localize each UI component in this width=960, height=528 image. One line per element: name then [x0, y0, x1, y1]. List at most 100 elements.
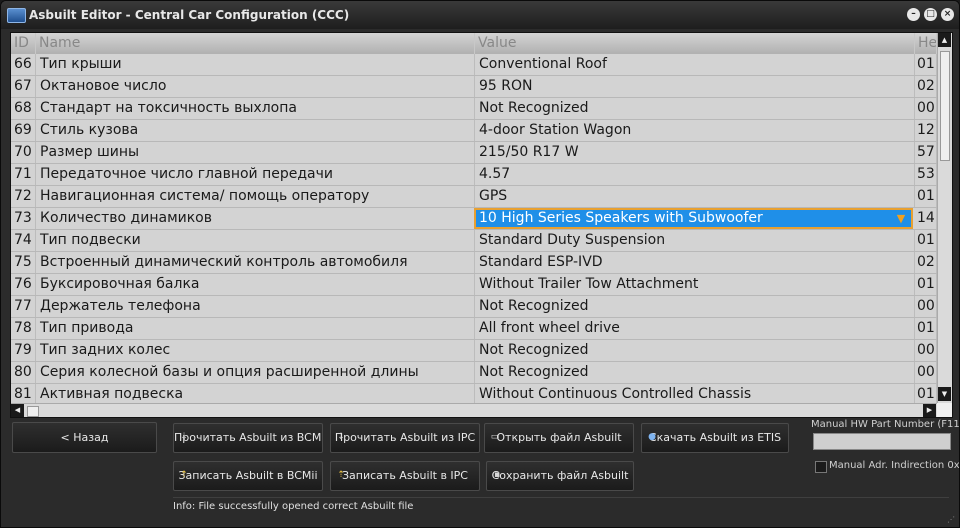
cell-value[interactable]: Standard Duty Suspension: [475, 230, 915, 251]
cell-hex[interactable]: 01: [915, 274, 937, 295]
cell-id[interactable]: 72: [11, 186, 36, 207]
cell-name[interactable]: Стандарт на токсичность выхлопа: [36, 98, 475, 119]
cell-hex[interactable]: 00: [915, 98, 937, 119]
cell-value[interactable]: Without Trailer Tow Attachment: [475, 274, 915, 295]
cell-name[interactable]: Серия колесной базы и опция расширенной …: [36, 362, 475, 383]
scroll-down-icon[interactable]: ▼: [938, 387, 951, 401]
cell-name[interactable]: Размер шины: [36, 142, 475, 163]
cell-value[interactable]: All front wheel drive: [475, 318, 915, 339]
vertical-scrollbar[interactable]: ▲ ▼: [937, 33, 952, 403]
cell-hex[interactable]: 53: [915, 164, 937, 185]
cell-id[interactable]: 76: [11, 274, 36, 295]
manual-hw-input[interactable]: [813, 433, 951, 450]
cell-value[interactable]: 215/50 R17 W: [475, 142, 915, 163]
cell-value[interactable]: GPS: [475, 186, 915, 207]
cell-id[interactable]: 67: [11, 76, 36, 97]
cell-id[interactable]: 66: [11, 54, 36, 75]
cell-value[interactable]: Standard ESP-IVD: [475, 252, 915, 273]
scroll-left-icon[interactable]: ◀: [11, 404, 24, 417]
table-row[interactable]: 68 Стандарт на токсичность выхлопа Not Rec…: [11, 98, 937, 120]
cell-name[interactable]: Октановое число: [36, 76, 475, 97]
table-row[interactable]: 73 Количество динамиков 10 High Series Spe…: [11, 208, 937, 230]
cell-id[interactable]: 75: [11, 252, 36, 273]
cell-id[interactable]: 71: [11, 164, 36, 185]
table-row[interactable]: 69 Стиль кузова 4-door Station Wagon 12: [11, 120, 937, 142]
table-row[interactable]: 71 Передаточное число главной передачи 4.5…: [11, 164, 937, 186]
value-dropdown-editor[interactable]: 10 High Series Speakers with Subwoofer ▼: [474, 208, 913, 229]
cell-hex[interactable]: 02: [915, 76, 937, 97]
cell-value[interactable]: Conventional Roof: [475, 54, 915, 75]
write-bcmii-button[interactable]: ⇡ Записать Asbuilt в BCMii: [173, 461, 323, 491]
cell-id[interactable]: 78: [11, 318, 36, 339]
cell-hex[interactable]: 00: [915, 340, 937, 361]
column-header-hex[interactable]: He: [915, 33, 937, 54]
cell-value[interactable]: Not Recognized: [475, 98, 915, 119]
table-row[interactable]: 72 Навигационная система/ помощь оператор…: [11, 186, 937, 208]
cell-id[interactable]: 73: [11, 208, 36, 229]
read-bcmii-button[interactable]: ⇣ Прочитать Asbuilt из BCMii: [173, 423, 323, 453]
cell-value[interactable]: 4.57: [475, 164, 915, 185]
column-header-id[interactable]: ID: [11, 33, 36, 54]
cell-id[interactable]: 77: [11, 296, 36, 317]
cell-value[interactable]: Not Recognized: [475, 340, 915, 361]
cell-name[interactable]: Буксировочная балка: [36, 274, 475, 295]
table-row[interactable]: 79 Тип задних колес Not Recognized 00: [11, 340, 937, 362]
column-header-name[interactable]: Name: [36, 33, 475, 54]
cell-hex[interactable]: 01: [915, 54, 937, 75]
cell-value[interactable]: 4-door Station Wagon: [475, 120, 915, 141]
cell-hex[interactable]: 01: [915, 230, 937, 251]
cell-hex[interactable]: 02: [915, 252, 937, 273]
cell-id[interactable]: 68: [11, 98, 36, 119]
maximize-button[interactable]: □: [924, 8, 937, 21]
back-button[interactable]: < Назад: [12, 422, 157, 453]
cell-id[interactable]: 70: [11, 142, 36, 163]
cell-name[interactable]: Тип крыши: [36, 54, 475, 75]
cell-hex[interactable]: 01: [915, 318, 937, 339]
minimize-button[interactable]: –: [907, 8, 920, 21]
cell-hex[interactable]: 01: [915, 384, 937, 403]
cell-id[interactable]: 81: [11, 384, 36, 403]
table-row[interactable]: 81 Активная подвеска Without Continuous Co…: [11, 384, 937, 403]
horizontal-scroll-thumb[interactable]: [27, 406, 39, 417]
scroll-right-icon[interactable]: ▶: [923, 404, 936, 417]
table-row[interactable]: 70 Размер шины 215/50 R17 W 57: [11, 142, 937, 164]
cell-id[interactable]: 69: [11, 120, 36, 141]
column-header-value[interactable]: Value: [475, 33, 915, 54]
cell-name[interactable]: Количество динамиков: [36, 208, 475, 229]
cell-value[interactable]: 95 RON: [475, 76, 915, 97]
cell-name[interactable]: Тип задних колес: [36, 340, 475, 361]
cell-value[interactable]: Not Recognized: [475, 362, 915, 383]
cell-name[interactable]: Встроенный динамический контроль автомоб…: [36, 252, 475, 273]
cell-name[interactable]: Тип привода: [36, 318, 475, 339]
resize-grip-icon[interactable]: ⋰: [947, 515, 955, 524]
cell-name[interactable]: Навигационная система/ помощь оператору: [36, 186, 475, 207]
open-file-button[interactable]: ▭ Открыть файл Asbuilt: [484, 423, 634, 453]
table-row[interactable]: 77 Держатель телефона Not Recognized 00: [11, 296, 937, 318]
read-ipc-button[interactable]: ⇣ Прочитать Asbuilt из IPC: [330, 423, 480, 453]
close-button[interactable]: ×: [941, 8, 954, 21]
manual-adr-checkbox[interactable]: [815, 461, 827, 473]
cell-name[interactable]: Стиль кузова: [36, 120, 475, 141]
table-row[interactable]: 76 Буксировочная балка Without Trailer Tow…: [11, 274, 937, 296]
scroll-up-icon[interactable]: ▲: [938, 33, 951, 47]
table-row[interactable]: 80 Серия колесной базы и опция расширенно…: [11, 362, 937, 384]
save-file-button[interactable]: ▪ Сохранить файл Asbuilt: [486, 461, 634, 491]
table-row[interactable]: 74 Тип подвески Standard Duty Suspension 01: [11, 230, 937, 252]
cell-hex[interactable]: 00: [915, 296, 937, 317]
cell-name[interactable]: Передаточное число главной передачи: [36, 164, 475, 185]
cell-hex[interactable]: 14: [915, 208, 937, 229]
cell-name[interactable]: Держатель телефона: [36, 296, 475, 317]
cell-name[interactable]: Тип подвески: [36, 230, 475, 251]
cell-id[interactable]: 80: [11, 362, 36, 383]
cell-hex[interactable]: 12: [915, 120, 937, 141]
table-row[interactable]: 78 Тип привода All front wheel drive 01: [11, 318, 937, 340]
cell-hex[interactable]: 57: [915, 142, 937, 163]
cell-name[interactable]: Активная подвеска: [36, 384, 475, 403]
write-ipc-button[interactable]: ⇡ Записать Asbuilt в IPC: [330, 461, 480, 491]
vertical-scroll-thumb[interactable]: [940, 51, 950, 161]
horizontal-scrollbar[interactable]: ◀ ▶: [11, 403, 937, 417]
title-bar[interactable]: Asbuilt Editor - Central Car Configurati…: [1, 1, 959, 29]
cell-hex[interactable]: 01: [915, 186, 937, 207]
table-row[interactable]: 75 Встроенный динамический контроль автом…: [11, 252, 937, 274]
cell-value[interactable]: Not Recognized: [475, 296, 915, 317]
